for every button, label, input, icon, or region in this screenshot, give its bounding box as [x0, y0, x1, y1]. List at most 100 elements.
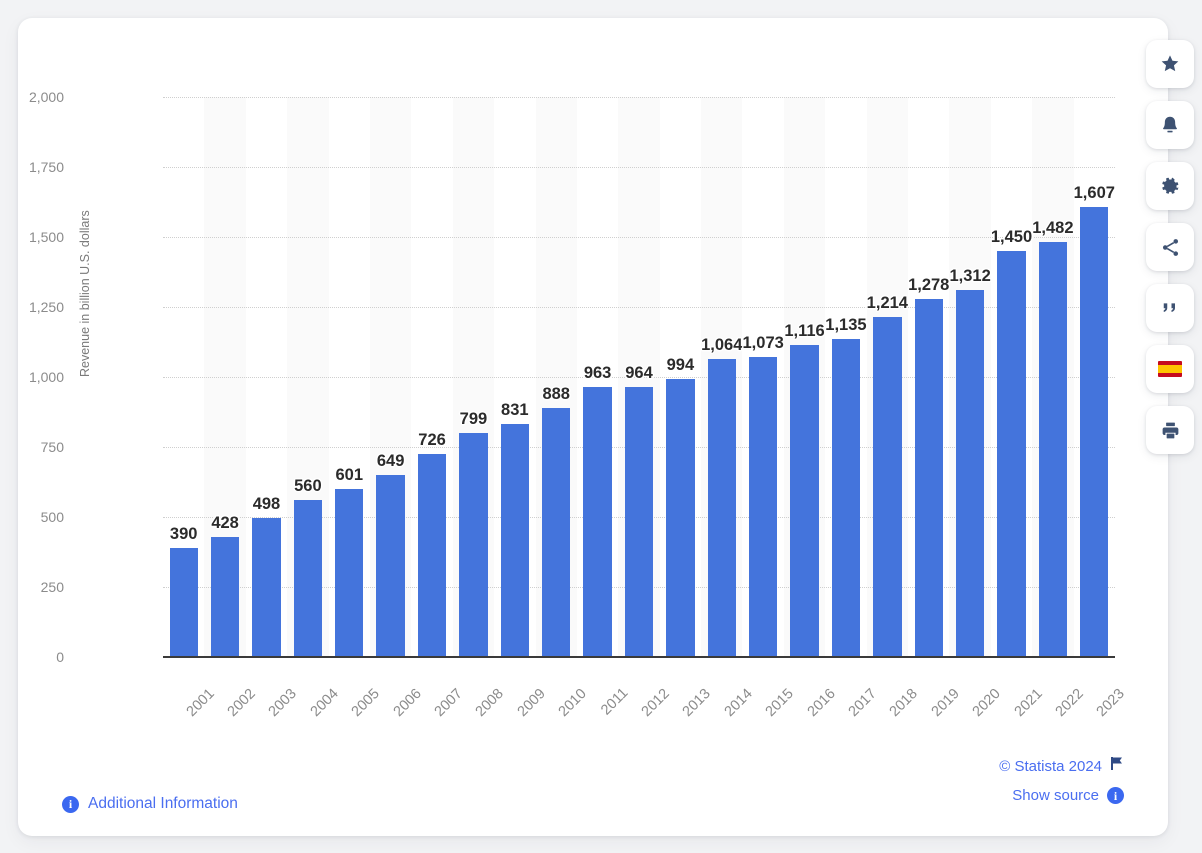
x-axis-tick-label: 2004	[307, 685, 342, 720]
info-icon: i	[62, 795, 79, 813]
bar-slot[interactable]: 1,135	[825, 97, 867, 657]
bar-series: 390 428 498 560 601 649 726 799 831 888 963 964 994 1…	[163, 97, 1115, 657]
bar-slot[interactable]: 831	[494, 97, 535, 657]
citation-button[interactable]	[1146, 284, 1194, 332]
print-button[interactable]	[1146, 406, 1194, 454]
share-button[interactable]	[1146, 223, 1194, 271]
x-axis-ticks: 2001 2002 2003 2004 2005 2006 2007 2008 2009 2010…	[163, 663, 1128, 733]
copyright-row[interactable]: © Statista 2024	[999, 756, 1124, 776]
bar-value-label: 390	[169, 524, 198, 543]
y-axis-tick-label: 500	[40, 509, 64, 525]
bar-value-label: 1,312	[949, 266, 991, 285]
bar-value-label: 1,064	[701, 336, 743, 355]
bar[interactable]	[914, 299, 943, 657]
bar-value-label: 888	[542, 385, 570, 404]
bar-value-label: 1,450	[990, 228, 1033, 246]
x-axis-tick-label: 2007	[431, 685, 466, 720]
notifications-button[interactable]	[1146, 101, 1194, 149]
bar[interactable]	[376, 475, 405, 657]
show-source-link[interactable]: Show source i	[999, 787, 1124, 804]
x-axis-line	[163, 656, 1115, 658]
bar[interactable]	[459, 433, 488, 657]
bar[interactable]	[583, 387, 612, 657]
bar-slot[interactable]: 1,450	[991, 97, 1032, 657]
bar[interactable]	[790, 344, 819, 657]
quote-icon	[1160, 298, 1180, 318]
x-axis-tick-label: 2017	[845, 685, 880, 720]
bar-value-label: 498	[252, 494, 281, 513]
gear-icon	[1160, 176, 1181, 197]
bar[interactable]	[707, 359, 736, 657]
bar-slot[interactable]: 888	[536, 97, 577, 657]
print-icon	[1160, 420, 1181, 441]
bar[interactable]	[831, 339, 861, 657]
bar-value-label: 1,116	[784, 321, 825, 340]
bar[interactable]	[252, 517, 281, 657]
bar[interactable]	[748, 356, 778, 657]
bar-slot[interactable]: 390	[163, 97, 204, 657]
x-axis-tick-label: 2009	[514, 685, 549, 720]
bar-slot[interactable]: 1,073	[742, 97, 784, 657]
x-axis-tick-label: 2022	[1052, 685, 1087, 720]
bar-slot[interactable]: 963	[577, 97, 618, 657]
bar-slot[interactable]: 498	[246, 97, 287, 657]
bar-slot[interactable]: 1,607	[1074, 97, 1115, 657]
bar-slot[interactable]: 1,278	[908, 97, 949, 657]
bar[interactable]	[1080, 207, 1109, 657]
bar-slot[interactable]: 994	[660, 97, 701, 657]
bar[interactable]	[500, 424, 529, 657]
chart-card: Revenue in billion U.S. dollars 0 250 500 7…	[18, 18, 1168, 836]
bar[interactable]	[169, 547, 198, 657]
bar-slot[interactable]: 1,214	[867, 97, 908, 657]
action-rail	[1146, 40, 1194, 454]
favorite-button[interactable]	[1146, 40, 1194, 88]
bar[interactable]	[955, 289, 985, 657]
y-axis-tick-label: 1,500	[28, 229, 64, 245]
bar[interactable]	[335, 488, 364, 657]
bar-slot[interactable]: 964	[618, 97, 659, 657]
x-axis-tick-label: 2001	[183, 685, 218, 720]
x-axis-tick-label: 2020	[969, 685, 1004, 720]
statista-chart-page: Revenue in billion U.S. dollars 0 250 500 7…	[0, 0, 1202, 853]
bar-slot[interactable]: 1,064	[701, 97, 742, 657]
x-axis-tick-label: 2013	[680, 685, 715, 720]
bar-value-label: 964	[625, 364, 653, 383]
x-axis-tick-label: 2021	[1011, 685, 1046, 720]
bar-value-label: 799	[459, 410, 488, 429]
y-axis-tick-label: 750	[40, 439, 64, 455]
bar-slot[interactable]: 726	[411, 97, 452, 657]
bar-slot[interactable]: 560	[287, 97, 328, 657]
bar-slot[interactable]: 601	[329, 97, 370, 657]
y-axis-tick-label: 1,250	[28, 299, 64, 315]
y-axis-tick-label: 2,000	[28, 89, 64, 105]
bar-slot[interactable]: 649	[370, 97, 411, 657]
bar[interactable]	[666, 378, 695, 657]
bar[interactable]	[873, 317, 902, 657]
bar-slot[interactable]: 1,482	[1032, 97, 1074, 657]
bar[interactable]	[417, 453, 447, 657]
bar[interactable]	[293, 500, 323, 657]
bar-value-label: 1,214	[866, 294, 908, 313]
bar[interactable]	[997, 251, 1026, 657]
additional-information-label: Additional Information	[88, 795, 238, 812]
copyright-label: © Statista 2024	[999, 757, 1102, 775]
y-axis-tick-label: 1,000	[28, 369, 64, 385]
settings-button[interactable]	[1146, 162, 1194, 210]
bar-value-label: 601	[335, 465, 364, 484]
x-axis-tick-label: 2003	[266, 685, 301, 720]
y-axis-title: Revenue in billion U.S. dollars	[78, 210, 92, 377]
bar[interactable]	[542, 408, 571, 657]
language-button[interactable]	[1146, 345, 1194, 393]
y-axis-tick-label: 250	[40, 579, 64, 595]
x-axis-tick-label: 2008	[473, 685, 508, 720]
bar-value-label: 560	[294, 477, 322, 496]
bar[interactable]	[1038, 242, 1068, 657]
bar-slot[interactable]: 1,312	[949, 97, 991, 657]
bar-slot[interactable]: 428	[204, 97, 245, 657]
bar[interactable]	[210, 537, 240, 657]
additional-information-link[interactable]: i Additional Information	[62, 795, 238, 813]
bar-slot[interactable]: 799	[453, 97, 494, 657]
bar[interactable]	[624, 387, 654, 657]
x-axis-tick-label: 2018	[886, 685, 922, 720]
bar-slot[interactable]: 1,116	[784, 97, 825, 657]
